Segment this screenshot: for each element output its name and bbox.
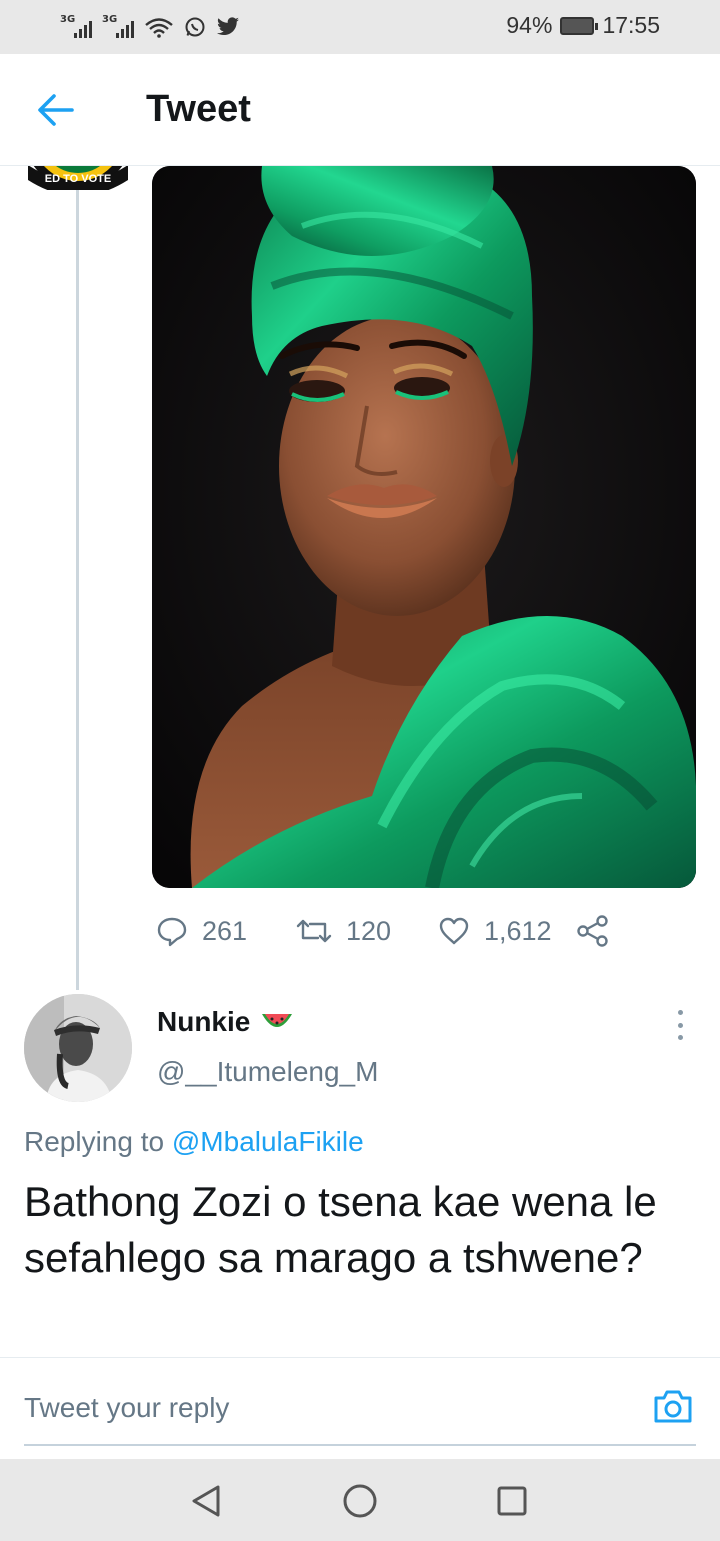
retweet-icon	[296, 919, 332, 943]
clock: 17:55	[602, 12, 660, 38]
triangle-back-icon	[192, 1485, 220, 1517]
retweet-action[interactable]: 120	[296, 908, 391, 954]
reply-action[interactable]: 261	[156, 908, 247, 954]
system-nav-bar	[0, 1459, 720, 1541]
replying-to-line: Replying to @MbalulaFikile	[24, 1126, 364, 1158]
display-name: Nunkie	[157, 1006, 251, 1037]
nav-home-button[interactable]	[338, 1479, 382, 1523]
battery-percent: 94%	[506, 12, 553, 38]
reply-placeholder: Tweet your reply	[24, 1392, 230, 1423]
more-dot	[677, 1035, 683, 1040]
nav-back-button[interactable]	[184, 1479, 228, 1523]
watermelon-icon	[262, 1014, 293, 1027]
thread-line	[76, 190, 79, 990]
status-icons-left: 3G 3G	[60, 14, 240, 40]
reply-input[interactable]: Tweet your reply	[24, 1376, 696, 1446]
wifi-icon	[145, 18, 173, 38]
tweet-photo[interactable]	[152, 166, 696, 888]
reply-count: 261	[202, 915, 248, 946]
original-author-avatar[interactable]: ED TO VOTE	[24, 120, 132, 190]
twitter-icon	[217, 17, 239, 36]
share-action[interactable]	[576, 908, 610, 954]
network-type-label: 3G	[102, 14, 118, 25]
signal-icon: 3G	[60, 14, 92, 38]
like-count: 1,612	[484, 915, 552, 946]
composer-divider	[0, 1357, 720, 1358]
heart-icon	[439, 917, 469, 945]
network-type-label: 3G	[60, 14, 76, 25]
tweet-actions: 261 120 1,612	[156, 908, 626, 954]
reply-author-handle[interactable]: @__Itumeleng_M	[157, 1056, 378, 1088]
square-recents-icon	[497, 1486, 527, 1516]
avatar-badge-text: ED TO VOTE	[45, 173, 111, 185]
signal-icon: 3G	[102, 14, 134, 38]
like-action[interactable]: 1,612	[438, 908, 552, 954]
whatsapp-icon	[185, 17, 205, 37]
reply-text: Bathong Zozi o tsena kae wena le sefahle…	[24, 1178, 657, 1281]
page-title: Tweet	[146, 88, 251, 130]
reply-author-name[interactable]: Nunkie	[157, 1006, 294, 1038]
replying-to-mention[interactable]: @MbalulaFikile	[172, 1126, 364, 1157]
share-icon	[577, 915, 608, 947]
reply-author-avatar[interactable]	[24, 994, 132, 1102]
replying-to-prefix: Replying to	[24, 1126, 165, 1157]
status-bar: 3G 3G 94% 17:55	[0, 0, 720, 54]
camera-button[interactable]	[652, 1386, 694, 1426]
battery-icon	[560, 16, 599, 35]
reply-icon	[157, 917, 187, 947]
retweet-count: 120	[346, 915, 392, 946]
circle-home-icon	[343, 1484, 377, 1518]
more-options-button[interactable]	[668, 1010, 692, 1040]
more-dot	[677, 1022, 683, 1028]
more-dot	[677, 1010, 683, 1015]
camera-icon	[654, 1390, 692, 1423]
status-icons-right: 94% 17:55	[506, 12, 660, 39]
nav-recents-button[interactable]	[490, 1479, 534, 1523]
